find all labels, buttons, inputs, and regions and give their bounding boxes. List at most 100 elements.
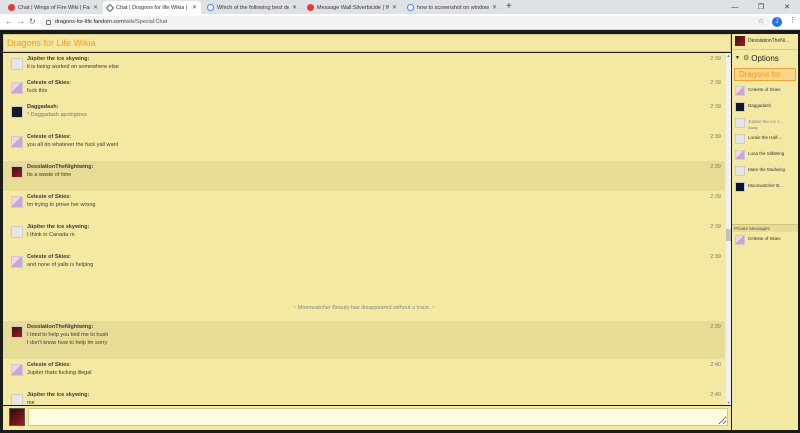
message-text: and none of yalls is helping	[27, 262, 94, 268]
message-scrollbar[interactable]: ▲ ▼	[726, 53, 731, 405]
new-tab-button[interactable]: +	[506, 1, 512, 13]
minimize-icon[interactable]: —	[722, 0, 748, 14]
rail-user-status: Away	[748, 125, 758, 130]
rail-user-item[interactable]: Moonwatcher B...	[732, 180, 798, 196]
rail-current-user[interactable]: DesolationTheNi...	[732, 34, 798, 50]
avatar[interactable]	[11, 58, 23, 70]
avatar[interactable]	[11, 394, 23, 405]
avatar[interactable]	[11, 166, 23, 178]
message-username[interactable]: DesolationTheNightwing:	[27, 324, 93, 330]
browser-tab[interactable]: Which of the following best desc ✕	[203, 1, 301, 14]
url-path: /wiki/Special:Chat	[123, 19, 168, 25]
message-username[interactable]: Celeste of Skies:	[27, 254, 71, 260]
avatar	[735, 182, 745, 192]
message-timestamp: 2:40	[710, 362, 721, 368]
avatar	[735, 150, 745, 160]
close-tab-icon[interactable]: ✕	[392, 4, 397, 11]
fandom-favicon-icon	[307, 4, 314, 11]
google-favicon-icon	[407, 4, 414, 11]
avatar[interactable]	[11, 82, 23, 94]
avatar	[735, 235, 745, 245]
close-tab-icon[interactable]: ✕	[492, 4, 497, 11]
chat-header: Dragons for Life Wikia	[3, 34, 731, 52]
chat-message: Daggadash: * Daggadash apologizes 2:39	[3, 101, 725, 131]
private-user-name: Celeste of Skies	[748, 236, 781, 241]
chat-message: Celeste of Skies: Jupiter thats fucking i…	[3, 359, 725, 389]
avatar	[735, 86, 745, 96]
close-tab-icon[interactable]: ✕	[192, 4, 197, 11]
rail-user-name: Loraie the Half-...	[748, 135, 783, 140]
rail-user-item[interactable]: Mare the Mudwing	[732, 164, 798, 180]
browser-tab[interactable]: how to screenshot on windows - ✕	[403, 1, 501, 14]
chat-message: DesolationTheNightwing: I tried to help y…	[3, 321, 725, 359]
chat-message: Jüpiter the ice skywing: I think in Canad…	[3, 221, 725, 251]
message-username[interactable]: DesolationTheNightwing:	[27, 164, 93, 170]
chat-message: Celeste of Skies: fuck this 2:39	[3, 77, 725, 101]
message-username[interactable]: Celeste of Skies:	[27, 194, 71, 200]
rail-user-name: Daggadash	[748, 103, 772, 108]
rail-user-item[interactable]: Daggadash	[732, 100, 798, 116]
rail-user-item[interactable]: Jüpiter the ice s... Away	[732, 116, 798, 132]
avatar[interactable]	[11, 256, 23, 268]
message-timestamp: 2:39	[710, 56, 721, 62]
scroll-up-icon[interactable]: ▲	[726, 53, 731, 58]
message-username[interactable]: Celeste of Skies:	[27, 80, 71, 86]
avatar[interactable]	[11, 106, 23, 118]
message-username[interactable]: Celeste of Skies:	[27, 362, 71, 368]
message-text: Its a waste of time	[27, 172, 72, 178]
message-text: fuck this	[27, 88, 48, 94]
avatar[interactable]	[11, 364, 23, 376]
message-timestamp: 2:39	[710, 254, 721, 260]
reload-icon[interactable]: ↻	[29, 17, 36, 27]
rail-user-name: Luna the SilkWing	[748, 151, 785, 156]
message-text: it is being worked on somewhere else	[27, 64, 119, 70]
current-user-name: DesolationTheNi...	[748, 38, 790, 44]
scroll-down-icon[interactable]: ▼	[726, 400, 731, 405]
rail-user-name: Moonwatcher B...	[748, 183, 784, 188]
scroll-thumb[interactable]	[726, 229, 731, 241]
bookmark-star-icon[interactable]: ☆	[758, 17, 764, 25]
message-username[interactable]: Daggadash:	[27, 104, 58, 110]
browser-tab-active[interactable]: Chat | Dragons for life Wikia | Fa ✕	[103, 1, 201, 14]
close-tab-icon[interactable]: ✕	[93, 4, 98, 11]
forward-arrow-icon[interactable]: →	[17, 17, 25, 27]
rail-user-name: Celeste of Skies	[748, 87, 781, 92]
private-message-item[interactable]: Celeste of Skies	[732, 233, 798, 249]
chat-message: Celeste of Skies: you all do whatever the…	[3, 131, 725, 161]
options-label: Options	[751, 53, 779, 63]
rail-user-item[interactable]: Luna the SilkWing	[732, 148, 798, 164]
avatar	[735, 102, 745, 112]
maximize-icon[interactable]: ❐	[748, 0, 774, 14]
message-text: Jupiter thats fucking illegal	[27, 370, 92, 376]
message-input[interactable]	[28, 408, 728, 426]
message-username[interactable]: Celeste of Skies:	[27, 134, 71, 140]
address-bar[interactable]: dragons-for-life.fandom.com /wiki/Specia…	[40, 16, 770, 28]
avatar[interactable]	[11, 326, 23, 338]
close-tab-icon[interactable]: ✕	[292, 4, 297, 11]
main-room-tile[interactable]: Dragons for	[734, 68, 796, 81]
chat-message: Celeste of Skies: Im trying to prove her …	[3, 191, 725, 221]
avatar[interactable]	[11, 226, 23, 238]
private-messages-header: Private Messages	[732, 224, 798, 232]
rail-user-item[interactable]: Celeste of Skies	[732, 84, 798, 100]
browser-menu-icon[interactable]: ⋮	[789, 17, 796, 25]
wiki-title[interactable]: Dragons for Life Wikia	[7, 38, 96, 48]
message-username[interactable]: Jüpiter the ice skywing:	[27, 392, 89, 398]
avatar[interactable]	[11, 136, 23, 148]
user-rail: DesolationTheNi... ▼ ⚙ Options Dragons f…	[732, 34, 798, 430]
browser-tab[interactable]: Chat | Wings of Fire Wiki | Fando ✕	[4, 1, 102, 14]
browser-tab-strip: Chat | Wings of Fire Wiki | Fando ✕ Chat…	[0, 0, 800, 14]
current-user-avatar	[9, 408, 25, 426]
fandom-favicon-icon	[105, 3, 115, 12]
avatar[interactable]	[11, 196, 23, 208]
rail-user-item[interactable]: Loraie the Half-...	[732, 132, 798, 148]
window-close-icon[interactable]: ✕	[774, 0, 800, 14]
browser-tab[interactable]: Message Wall:Silverbicide | Wing ✕	[303, 1, 401, 14]
message-username[interactable]: Jüpiter the ice skywing:	[27, 224, 89, 230]
back-arrow-icon[interactable]: ←	[5, 17, 13, 27]
options-button[interactable]: ▼ ⚙ Options	[735, 52, 797, 64]
profile-avatar[interactable]: J	[772, 17, 782, 27]
message-username[interactable]: Jüpiter the ice skywing:	[27, 56, 89, 62]
avatar	[735, 36, 745, 46]
rail-user-name: Mare the Mudwing	[748, 167, 786, 172]
